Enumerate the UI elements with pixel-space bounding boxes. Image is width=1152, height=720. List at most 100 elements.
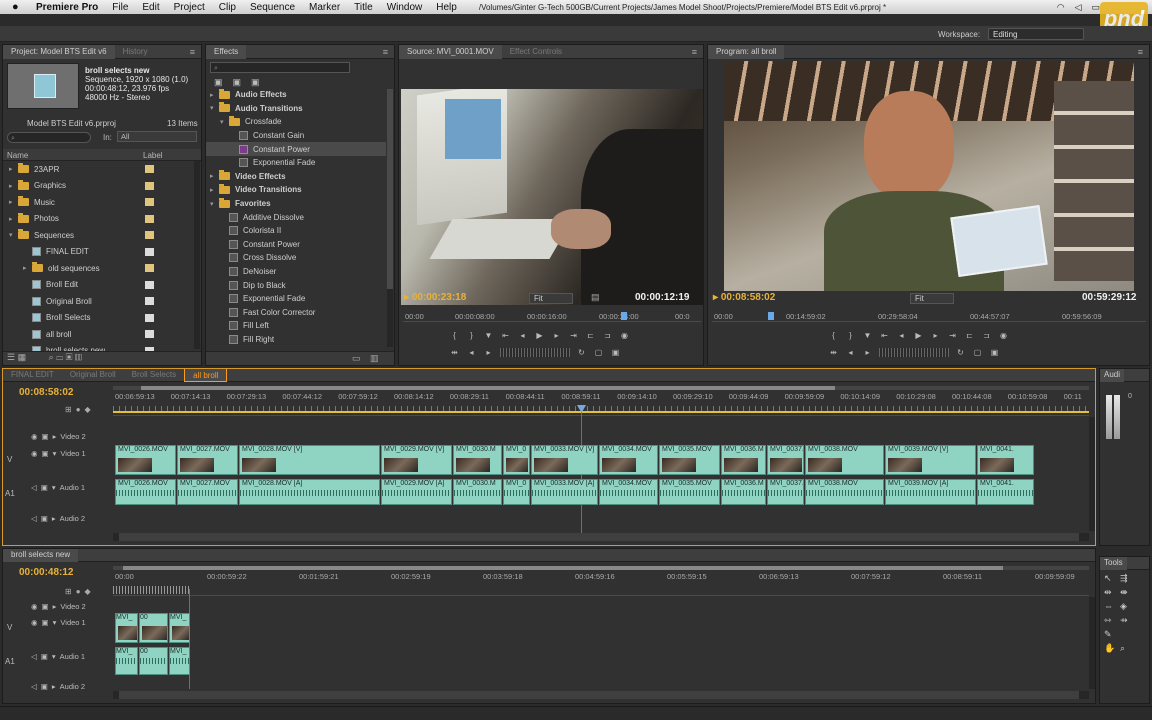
program-zoom-select[interactable]: Fit xyxy=(910,293,954,304)
output-icon[interactable]: ▣ xyxy=(989,348,1000,357)
audio-clip[interactable]: MVI_ xyxy=(115,647,138,675)
step-forward-icon[interactable]: ▸ xyxy=(551,331,562,340)
tab-program[interactable]: Program: all broll xyxy=(708,45,785,59)
col-name[interactable]: Name xyxy=(7,151,28,160)
video-clip[interactable]: MVI_0038.MOV xyxy=(805,445,884,475)
audio-clip[interactable]: MVI_0038.MOV xyxy=(805,479,884,505)
disclosure-triangle-icon[interactable]: ▸ xyxy=(23,264,32,272)
jog-wheel[interactable] xyxy=(500,348,570,357)
mark-out-icon[interactable]: } xyxy=(845,331,856,340)
export-frame-icon[interactable]: ◉ xyxy=(998,331,1009,340)
project-list-item[interactable]: ▸ Graphics xyxy=(3,178,193,195)
keyframe-icon[interactable]: ◆ xyxy=(85,405,91,414)
effects-list-item[interactable]: Constant Power xyxy=(206,238,386,252)
play-in-to-out-icon[interactable]: ⇹ xyxy=(828,348,839,357)
lock-icon[interactable]: ▣ xyxy=(41,652,48,661)
menu-help[interactable]: Help xyxy=(436,2,457,13)
effects-list-item[interactable]: Exponential Fade xyxy=(206,292,386,306)
timeline2-hscroll[interactable] xyxy=(113,691,1089,699)
audio-clip[interactable]: MVI_ xyxy=(169,647,190,675)
panel-menu-icon[interactable]: ≡ xyxy=(383,47,388,57)
effects-list-item[interactable]: ▸ Audio Effects xyxy=(206,88,386,102)
menu-window[interactable]: Window xyxy=(387,2,423,13)
effects-list-item[interactable]: ▾ Favorites xyxy=(206,197,386,211)
audio-clip[interactable]: MVI_0037. xyxy=(767,479,804,505)
speaker-icon[interactable]: ◁ xyxy=(31,682,37,691)
razor-tool-icon[interactable]: ◈ xyxy=(1120,601,1136,612)
eye-icon[interactable]: ◉ xyxy=(31,449,38,458)
new-bin-icon[interactable]: ▭ xyxy=(352,353,361,364)
effects-list-item[interactable]: DeNoiser xyxy=(206,265,386,279)
overwrite-icon[interactable]: ⊐ xyxy=(602,331,613,340)
icon-view-icon[interactable]: ▦ xyxy=(18,352,27,362)
32bit-effects-icon[interactable]: ▣ xyxy=(233,77,242,88)
menu-title[interactable]: Title xyxy=(354,2,373,13)
menu-clip[interactable]: Clip xyxy=(219,2,236,13)
step-back-icon[interactable]: ◂ xyxy=(517,331,528,340)
snap-icon[interactable]: ⊞ xyxy=(65,587,72,596)
tab-final-edit[interactable]: FINAL EDIT xyxy=(3,369,62,382)
lock-icon[interactable]: ▣ xyxy=(42,602,49,611)
marker-icon[interactable]: ● xyxy=(76,405,81,414)
disclosure-triangle-icon[interactable]: ▸ xyxy=(9,198,18,206)
disclosure-triangle-icon[interactable]: ▸ xyxy=(210,91,219,99)
audio-clip[interactable]: MVI_0035.MOV xyxy=(659,479,720,505)
project-list-item[interactable]: Original Broll xyxy=(3,293,193,310)
new-item-icon[interactable]: ▣ xyxy=(66,352,73,362)
tab-broll-selects[interactable]: Broll Selects xyxy=(124,369,184,382)
panel-menu-icon[interactable]: ≡ xyxy=(1138,47,1143,57)
audio-clip[interactable]: MVI_0030.M xyxy=(453,479,502,505)
video-clip[interactable]: MVI_0035.MOV xyxy=(659,445,720,475)
effects-list-item[interactable]: Constant Gain xyxy=(206,129,386,143)
safe-margins-icon[interactable]: ▢ xyxy=(972,348,983,357)
lock-icon[interactable]: ▣ xyxy=(41,514,48,523)
project-scrollbar[interactable] xyxy=(194,161,200,349)
disclosure-triangle-icon[interactable]: ▾ xyxy=(9,231,18,239)
program-timecode[interactable]: 00:08:58:02 xyxy=(721,292,775,303)
settings-icon[interactable]: ▤ xyxy=(591,292,600,303)
lock-icon[interactable]: ▣ xyxy=(42,432,49,441)
source-video-frame[interactable] xyxy=(401,89,703,305)
panel-menu-icon[interactable]: ≡ xyxy=(692,47,697,57)
expand-icon[interactable]: ▾ xyxy=(53,449,57,458)
audio-clip[interactable]: MVI_0028.MOV [A] xyxy=(239,479,380,505)
timeline2-vscroll[interactable] xyxy=(1089,597,1095,689)
video-clip[interactable]: MVI_0027.MOV xyxy=(177,445,238,475)
go-to-out-icon[interactable]: ⇥ xyxy=(947,331,958,340)
video-clip[interactable]: MVI_0026.MOV xyxy=(115,445,176,475)
effects-search-input[interactable]: ⌕ xyxy=(210,62,350,73)
video-clip[interactable]: MVI_0041. xyxy=(977,445,1034,475)
timeline1-vscroll[interactable] xyxy=(1089,417,1095,531)
timeline2-ruler[interactable]: 00:00 00:00:59:22 00:01:59:21 00:02:59:19 00… xyxy=(113,566,1089,596)
project-list-item[interactable]: ▾ Sequences xyxy=(3,227,193,244)
audio-clip[interactable]: MVI_0 xyxy=(503,479,530,505)
disclosure-triangle-icon[interactable]: ▸ xyxy=(9,215,18,223)
go-to-in-icon[interactable]: ⇤ xyxy=(500,331,511,340)
audio-clip[interactable]: MVI_0033.MOV [A] xyxy=(531,479,598,505)
effects-list-item[interactable]: ▸ Video Effects xyxy=(206,170,386,184)
menu-sequence[interactable]: Sequence xyxy=(250,2,295,13)
project-list-item[interactable]: all broll xyxy=(3,326,193,343)
menu-project[interactable]: Project xyxy=(174,2,205,13)
in-select[interactable]: All xyxy=(117,131,197,142)
zoom-tool-icon[interactable]: ⌕ xyxy=(1120,643,1136,654)
eye-icon[interactable]: ◉ xyxy=(31,432,38,441)
ripple-edit-tool-icon[interactable]: ⇹ xyxy=(1104,587,1120,598)
workspace-select[interactable]: Editing xyxy=(988,28,1084,40)
slip-tool-icon[interactable]: ⇿ xyxy=(1104,615,1120,626)
rolling-edit-tool-icon[interactable]: ⇼ xyxy=(1120,587,1136,598)
expand-icon[interactable]: ▸ xyxy=(53,602,57,611)
video-clip[interactable]: MVI_0039.MOV [V] xyxy=(885,445,976,475)
lock-icon[interactable]: ▣ xyxy=(41,682,48,691)
trash-icon[interactable]: ▥ xyxy=(370,353,379,364)
audio-clip[interactable]: MVI_0034.MOV xyxy=(599,479,658,505)
play-in-to-out-icon[interactable]: ⇹ xyxy=(449,348,460,357)
timeline2-timecode[interactable]: 00:00:48:12 xyxy=(19,567,73,578)
video-clip[interactable]: 00 xyxy=(139,613,168,643)
safe-margins-icon[interactable]: ▢ xyxy=(593,348,604,357)
video-clip[interactable]: MVI_ xyxy=(169,613,190,643)
tab-project[interactable]: Project: Model BTS Edit v6 xyxy=(3,45,115,59)
audio-clip[interactable]: 00 xyxy=(139,647,168,675)
project-list-item[interactable]: FINAL EDIT xyxy=(3,244,193,261)
effects-list-item[interactable]: Dip to Black xyxy=(206,278,386,292)
